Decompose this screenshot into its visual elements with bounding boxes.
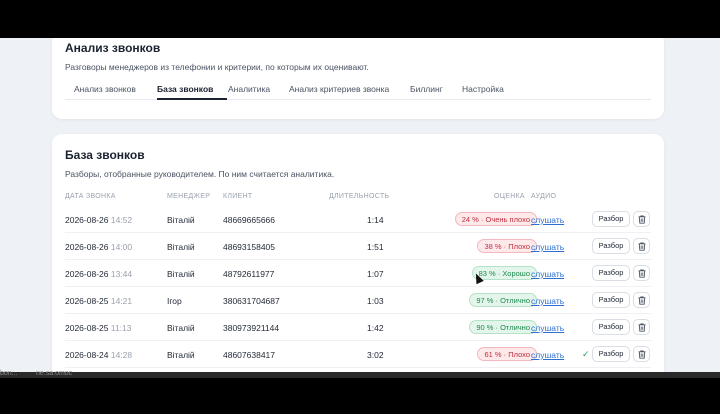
trash-icon <box>638 242 645 251</box>
table-row: 2026-08-25 14:21 Ігор 380631704687 1:03 … <box>65 287 651 314</box>
table-row: 2026-08-26 14:00 Віталій 48693158405 1:5… <box>65 233 651 260</box>
call-duration: 1:07 <box>367 269 384 279</box>
table-row: 2026-08-24 14:28 Віталій 48607638417 3:0… <box>65 341 651 368</box>
call-manager: Ігор <box>167 296 182 306</box>
tab-billing[interactable]: Биллинг <box>410 84 443 94</box>
trash-icon <box>638 215 645 224</box>
delete-button[interactable] <box>633 319 650 335</box>
listen-link[interactable]: слушать <box>531 269 564 279</box>
call-manager: Віталій <box>167 215 195 225</box>
call-client: 380631704687 <box>223 296 280 306</box>
table-row: 2026-08-25 11:13 Віталій 380973921144 1:… <box>65 314 651 341</box>
tab-call-base[interactable]: База звонков <box>157 84 213 94</box>
delete-button[interactable] <box>633 238 650 254</box>
call-client: 48607638417 <box>223 350 276 360</box>
column-header-audio: АУДИО <box>531 193 557 200</box>
call-client: 380973921144 <box>223 323 280 333</box>
call-date: 2026-08-24 14:28 <box>65 350 132 360</box>
column-header-client: КЛИЕНТ <box>223 193 253 200</box>
call-duration: 1:51 <box>367 242 384 252</box>
call-manager: Віталій <box>167 323 195 333</box>
calls-title: База звонков <box>65 148 145 162</box>
call-time: 14:52 <box>110 215 133 225</box>
call-duration: 3:02 <box>367 350 384 360</box>
call-date: 2026-08-26 14:00 <box>65 242 132 252</box>
tab-analytics[interactable]: Аналитика <box>228 84 270 94</box>
call-time: 11:13 <box>110 323 132 333</box>
score-badge: 24 % · Очень плохо <box>454 212 537 226</box>
page-subtitle: Разговоры менеджеров из телефонии и крит… <box>65 62 369 72</box>
call-time: 14:00 <box>110 242 133 252</box>
review-button[interactable]: Разбор <box>592 346 630 362</box>
calls-card: База звонков Разборы, отобранные руковод… <box>52 134 664 372</box>
app-viewport: Анализ звонков Разговоры менеджеров из т… <box>0 38 720 372</box>
score-badge: 90 % · Отлично <box>469 320 537 334</box>
call-duration: 1:14 <box>367 215 384 225</box>
tab-bar: Анализ звонков База звонков Аналитика Ан… <box>65 78 651 100</box>
listen-link[interactable]: слушать <box>531 296 564 306</box>
review-button[interactable]: Разбор <box>592 211 630 227</box>
delete-button[interactable] <box>633 292 650 308</box>
call-client: 48792611977 <box>223 269 275 279</box>
trash-icon <box>638 350 645 359</box>
call-manager: Віталій <box>167 242 195 252</box>
tab-criteria-analysis[interactable]: Анализ критериев звонка <box>289 84 389 94</box>
taskbar-strip: bon... ne.sa.omoc <box>0 370 720 378</box>
review-button[interactable]: Разбор <box>592 265 630 281</box>
column-header-manager: МЕНЕДЖЕР <box>167 193 211 200</box>
taskbar-left-text: bon... <box>0 370 18 377</box>
score-badge: 38 % · Плохо <box>477 239 537 253</box>
call-manager: Віталій <box>167 350 195 360</box>
column-header-date: ДАТА ЗВОНКА <box>65 193 116 200</box>
check-icon: ✓ <box>582 349 590 359</box>
delete-button[interactable] <box>633 265 650 281</box>
header-card: Анализ звонков Разговоры менеджеров из т… <box>52 38 664 119</box>
call-date: 2026-08-26 13:44 <box>65 269 132 279</box>
delete-button[interactable] <box>633 346 650 362</box>
listen-link[interactable]: слушать <box>531 215 564 225</box>
listen-link[interactable]: слушать <box>531 242 564 252</box>
taskbar: bon... ne.sa.omoc <box>0 370 720 414</box>
review-button[interactable]: Разбор <box>592 319 630 335</box>
calls-subtitle: Разборы, отобранные руководителем. По ни… <box>65 169 335 179</box>
listen-link[interactable]: слушать <box>531 350 564 360</box>
tab-settings[interactable]: Настройка <box>462 84 504 94</box>
tab-call-analysis[interactable]: Анализ звонков <box>74 84 136 94</box>
call-client: 48693158405 <box>223 242 276 252</box>
call-time: 14:28 <box>110 350 133 360</box>
call-client: 48669665666 <box>223 215 276 225</box>
call-date: 2026-08-25 14:21 <box>65 296 132 306</box>
active-tab-indicator <box>157 98 227 100</box>
call-date: 2026-08-25 11:13 <box>65 323 132 333</box>
call-date-day: 2026-08-26 <box>65 269 109 279</box>
call-date-day: 2026-08-24 <box>65 350 109 360</box>
table-row: 2026-08-26 13:44 Віталій 48792611977 1:0… <box>65 260 651 287</box>
taskbar-mid-text: ne.sa.omoc <box>36 370 73 377</box>
column-header-duration: ДЛИТЕЛЬНОСТЬ <box>329 193 390 200</box>
listen-link[interactable]: слушать <box>531 323 564 333</box>
table-row: 2026-08-26 14:52 Віталій 48669665666 1:1… <box>65 206 651 233</box>
call-duration: 1:42 <box>367 323 384 333</box>
trash-icon <box>638 323 645 332</box>
page-title: Анализ звонков <box>65 41 161 55</box>
review-button[interactable]: Разбор <box>592 238 630 254</box>
column-header-score: ОЦЕНКА <box>494 193 525 200</box>
trash-icon <box>638 296 645 305</box>
call-date-day: 2026-08-26 <box>65 242 109 252</box>
score-badge: 61 % · Плохо <box>477 347 537 361</box>
score-badge: 97 % · Отлично <box>469 293 537 307</box>
call-date-day: 2026-08-26 <box>65 215 109 225</box>
review-button[interactable]: Разбор <box>592 292 630 308</box>
call-time: 14:21 <box>110 296 133 306</box>
call-date-day: 2026-08-25 <box>65 296 109 306</box>
trash-icon <box>638 269 645 278</box>
call-time: 13:44 <box>110 269 133 279</box>
call-duration: 1:03 <box>367 296 384 306</box>
delete-button[interactable] <box>633 211 650 227</box>
call-date: 2026-08-26 14:52 <box>65 215 132 225</box>
call-date-day: 2026-08-25 <box>65 323 109 333</box>
call-manager: Віталій <box>167 269 195 279</box>
